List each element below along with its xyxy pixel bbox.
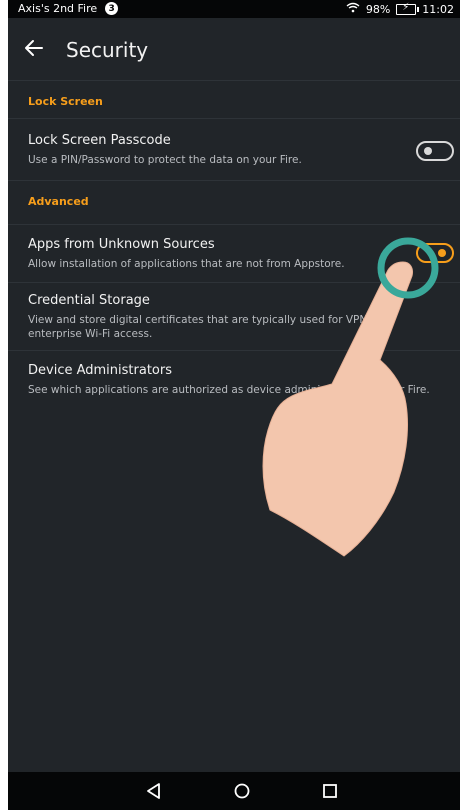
section-header-lock-screen: Lock Screen — [8, 80, 460, 119]
setting-title: Credential Storage — [28, 293, 150, 308]
setting-subtitle: Allow installation of applications that … — [28, 258, 345, 270]
back-triangle-icon[interactable] — [144, 781, 164, 801]
setting-row-lock-screen-passcode[interactable]: Lock Screen Passcode Use a PIN/Password … — [8, 118, 460, 181]
setting-subtitle: View and store digital certificates that… — [28, 314, 391, 340]
notification-count-badge: 3 — [105, 2, 119, 15]
toggle-knob — [424, 147, 432, 155]
section-header-advanced: Advanced — [8, 180, 460, 219]
setting-title: Lock Screen Passcode — [28, 133, 171, 148]
lock-screen-passcode-toggle[interactable] — [416, 141, 454, 161]
toggle-knob — [438, 249, 446, 257]
setting-title: Device Administrators — [28, 363, 172, 378]
home-circle-icon[interactable] — [232, 781, 252, 801]
device-name: Axis's 2nd Fire — [18, 2, 98, 15]
status-right: 98% ⚡ 11:02 — [346, 2, 454, 16]
device-screen: Axis's 2nd Fire 3 98% ⚡ 11:02 Security L… — [8, 0, 460, 810]
section-header-label: Lock Screen — [28, 95, 103, 108]
navigation-bar — [8, 772, 460, 810]
status-bar: Axis's 2nd Fire 3 98% ⚡ 11:02 — [8, 0, 460, 18]
clock: 11:02 — [422, 2, 454, 16]
setting-subtitle: Use a PIN/Password to protect the data o… — [28, 154, 302, 166]
battery-percent: 98% — [365, 2, 391, 16]
recents-square-icon[interactable] — [320, 781, 340, 801]
page-title: Security — [66, 38, 149, 62]
battery-charging-icon: ⚡ — [396, 2, 420, 15]
wifi-icon — [346, 2, 360, 16]
setting-subtitle: See which applications are authorized as… — [28, 384, 430, 396]
unknown-sources-toggle[interactable] — [416, 243, 454, 263]
setting-row-unknown-sources[interactable]: Apps from Unknown Sources Allow installa… — [8, 224, 460, 283]
status-left: Axis's 2nd Fire 3 — [18, 2, 119, 15]
arrow-left-icon[interactable] — [22, 33, 46, 63]
app-bar: Security — [8, 18, 460, 80]
setting-row-device-administrators[interactable]: Device Administrators See which applicat… — [8, 350, 460, 409]
setting-row-credential-storage[interactable]: Credential Storage View and store digita… — [8, 282, 460, 351]
setting-title: Apps from Unknown Sources — [28, 237, 215, 252]
section-header-label: Advanced — [28, 195, 89, 208]
